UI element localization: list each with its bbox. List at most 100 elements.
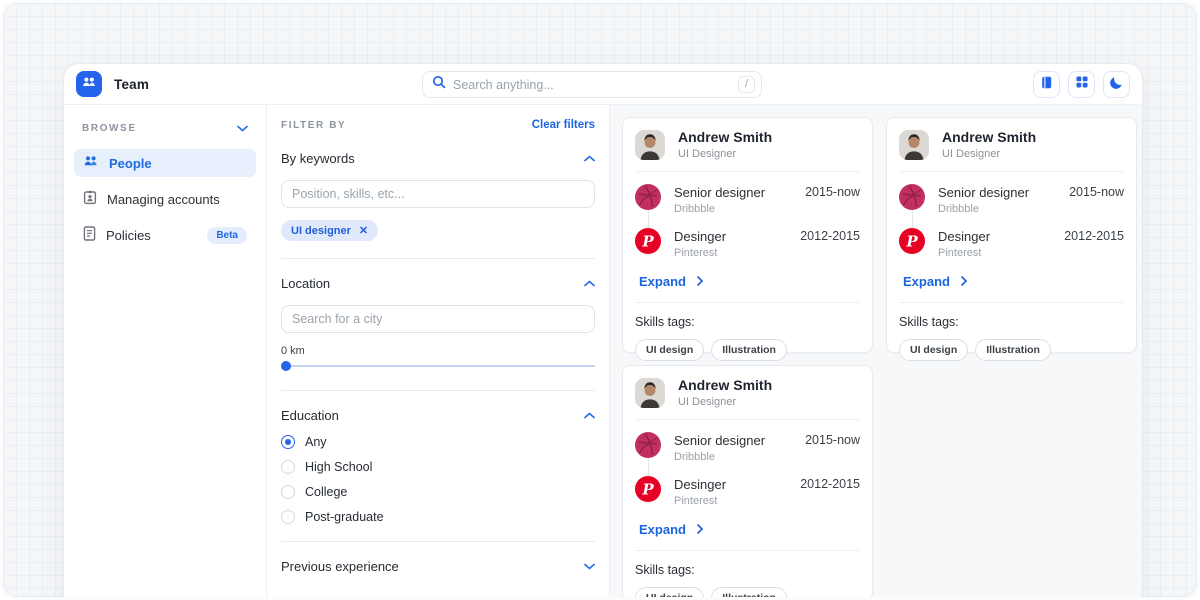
chevron-right-icon: [697, 522, 703, 537]
svg-text:P: P: [641, 233, 654, 251]
avatar: [635, 378, 665, 408]
person-card: Andrew Smith UI Designer Se: [622, 365, 873, 600]
chevron-down-icon[interactable]: [237, 119, 248, 137]
divider: [281, 258, 595, 259]
experience-row: Senior designer Dribbble 2015-now: [899, 184, 1124, 215]
radio-option-any[interactable]: Any: [281, 435, 595, 449]
divider: [635, 171, 860, 172]
radio-button[interactable]: [281, 435, 295, 449]
id-badge-icon: [83, 190, 97, 208]
previous-experience-section-header[interactable]: Previous experience: [281, 557, 595, 575]
person-card: Andrew Smith UI Designer Se: [622, 117, 873, 353]
person-role: UI Designer: [678, 396, 772, 408]
experience-title: Senior designer: [674, 185, 792, 200]
education-section-title: Education: [281, 408, 339, 423]
pinterest-icon: P: [635, 476, 661, 502]
experience-company: Dribbble: [938, 203, 1056, 215]
experience-company: Dribbble: [674, 451, 792, 463]
svg-text:P: P: [905, 233, 918, 251]
education-section-header[interactable]: Education: [281, 406, 595, 424]
browse-section-label: BROWSE: [82, 123, 137, 134]
dribbble-icon: [635, 184, 661, 210]
radio-button[interactable]: [281, 510, 295, 524]
avatar: [899, 130, 929, 160]
city-search-input[interactable]: [281, 305, 595, 333]
location-section-header[interactable]: Location: [281, 274, 595, 292]
search-input[interactable]: [453, 78, 738, 92]
radio-button[interactable]: [281, 460, 295, 474]
experience-company: Dribbble: [674, 203, 792, 215]
radio-option-post-graduate[interactable]: Post-graduate: [281, 510, 595, 524]
experience-row: P Desinger Pinterest 2012-2015: [899, 228, 1124, 259]
clear-filters-link[interactable]: Clear filters: [532, 119, 595, 131]
person-name: Andrew Smith: [678, 129, 772, 145]
keyword-tag-chip[interactable]: UI designer ✕: [281, 220, 378, 241]
divider: [281, 390, 595, 391]
skills-label: Skills tags:: [899, 315, 1124, 329]
keywords-section-title: By keywords: [281, 151, 355, 166]
person-card: Andrew Smith UI Designer Se: [886, 117, 1137, 353]
dark-mode-button[interactable]: [1103, 71, 1130, 98]
experience-row: Senior designer Dribbble 2015-now: [635, 184, 860, 215]
chevron-up-icon: [584, 406, 595, 424]
experience-title: Senior designer: [674, 433, 792, 448]
experience-timeline: Senior designer Dribbble 2015-now P: [635, 184, 860, 259]
experience-title: Desinger: [674, 477, 787, 492]
filter-by-label: FILTER BY: [281, 120, 346, 131]
sidebar: BROWSE People Managing accounts: [64, 105, 266, 600]
experience-period: 2015-now: [1069, 184, 1124, 199]
moon-icon: [1109, 75, 1124, 95]
slider-track[interactable]: [281, 365, 595, 367]
experience-row: P Desinger Pinterest 2012-2015: [635, 476, 860, 507]
filter-panel: FILTER BY Clear filters By keywords UI d…: [266, 105, 610, 600]
person-role: UI Designer: [678, 148, 772, 160]
results-area: Andrew Smith UI Designer Se: [610, 105, 1143, 600]
experience-title: Desinger: [674, 229, 787, 244]
avatar: [635, 130, 665, 160]
expand-link[interactable]: Expand: [903, 274, 967, 289]
book-icon: [1039, 75, 1054, 95]
expand-link[interactable]: Expand: [639, 274, 703, 289]
sidebar-item-people[interactable]: People: [74, 149, 256, 177]
skill-tag: Illustration: [975, 339, 1051, 361]
radio-option-high-school[interactable]: High School: [281, 460, 595, 474]
chevron-right-icon: [961, 274, 967, 289]
expand-link[interactable]: Expand: [639, 522, 703, 537]
sidebar-item-label: Managing accounts: [107, 192, 247, 207]
experience-timeline: Senior designer Dribbble 2015-now P: [635, 432, 860, 507]
chevron-right-icon: [697, 274, 703, 289]
remove-tag-icon[interactable]: ✕: [359, 224, 368, 237]
search-shortcut-key: /: [738, 76, 755, 93]
people-logo-icon: [81, 74, 97, 95]
experience-company: Pinterest: [674, 495, 787, 507]
skill-tag: Illustration: [711, 587, 787, 600]
divider: [899, 302, 1124, 303]
radio-button[interactable]: [281, 485, 295, 499]
distance-slider[interactable]: [281, 359, 595, 373]
keywords-input[interactable]: [281, 180, 595, 208]
person-role: UI Designer: [942, 148, 1036, 160]
location-section-title: Location: [281, 276, 330, 291]
sidebar-item-label: People: [109, 156, 247, 171]
apps-button[interactable]: [1068, 71, 1095, 98]
global-search[interactable]: /: [422, 71, 762, 98]
sidebar-item-managing-accounts[interactable]: Managing accounts: [74, 185, 256, 213]
experience-company: Pinterest: [938, 247, 1051, 259]
experience-period: 2012-2015: [800, 476, 860, 491]
slider-handle[interactable]: [281, 361, 291, 371]
keywords-section-header[interactable]: By keywords: [281, 149, 595, 167]
radio-option-college[interactable]: College: [281, 485, 595, 499]
skill-tag: UI design: [635, 339, 704, 361]
experience-period: 2015-now: [805, 432, 860, 447]
skill-tag: UI design: [899, 339, 968, 361]
person-name: Andrew Smith: [678, 377, 772, 393]
person-cards-grid: Andrew Smith UI Designer Se: [622, 117, 1137, 600]
app-title: Team: [114, 77, 149, 92]
library-button[interactable]: [1033, 71, 1060, 98]
experience-period: 2015-now: [805, 184, 860, 199]
beta-badge: Beta: [207, 227, 247, 244]
sidebar-item-policies[interactable]: Policies Beta: [74, 221, 256, 249]
search-icon: [432, 75, 446, 94]
dribbble-icon: [635, 432, 661, 458]
app-logo: [76, 71, 102, 97]
